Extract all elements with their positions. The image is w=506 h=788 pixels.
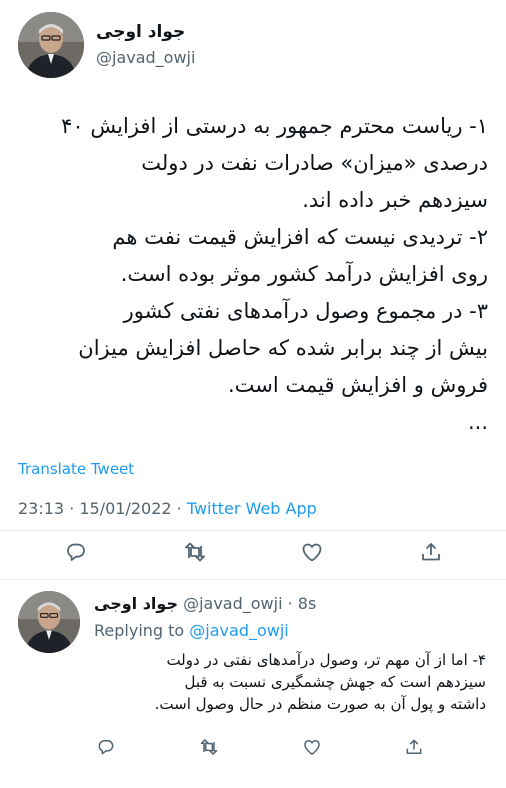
reply-author-name[interactable]: جواد اوجی — [94, 594, 178, 613]
avatar[interactable] — [18, 12, 84, 78]
like-icon[interactable] — [302, 737, 322, 757]
divider — [0, 579, 506, 580]
replying-to-label: Replying to — [94, 621, 190, 640]
reply-text: ۴- اما از آن مهم تر، وصول درآمدهای نفتی … — [88, 649, 486, 715]
replying-to-handle[interactable]: @javad_owji — [189, 621, 288, 640]
reply-header: جواد اوجی @javad_owji · 8s — [94, 594, 316, 613]
translate-tweet-link[interactable]: Translate Tweet — [18, 460, 134, 478]
reply-meta: @javad_owji · 8s — [177, 594, 317, 613]
tweet-text-line: روی افزایش درآمد کشور موثر بوده است. — [120, 262, 488, 286]
timestamp[interactable]: 23:13 · 15/01/2022 · — [18, 499, 187, 518]
tweet-text-line: بیش از چند برابر شده که حاصل افزایش میزا… — [78, 336, 488, 360]
tweet-text: ۱- ریاست محترم جمهور به درستی از افزایش … — [18, 108, 488, 441]
avatar-image — [18, 12, 84, 78]
author-name[interactable]: جواد اوجی — [96, 22, 185, 42]
tweet-text-line: سیزدهم خبر داده اند. — [302, 188, 488, 212]
divider — [0, 530, 506, 531]
tweet-text-line: ۳- در مجموع وصول درآمدهای نفتی کشور — [123, 299, 488, 323]
share-icon[interactable] — [404, 737, 424, 757]
reply-text-line: داشته و پول آن به صورت منظم در حال وصول … — [154, 695, 486, 713]
retweet-icon[interactable] — [183, 540, 207, 564]
replying-to: Replying to @javad_owji — [94, 621, 289, 640]
author-handle[interactable]: @javad_owji — [96, 48, 195, 67]
tweet-meta: 23:13 · 15/01/2022 · Twitter Web App — [18, 499, 317, 518]
tweet-header: جواد اوجی @javad_owji — [18, 12, 488, 82]
tweet-text-line: ۲- تردیدی نیست که افزایش قیمت نفت هم — [112, 225, 488, 249]
reply-icon[interactable] — [64, 540, 88, 564]
reply-text-line: سیزدهم است که جهش چشمگیری نسبت به قبل — [184, 673, 486, 691]
tweet-text-line: ۱- ریاست محترم جمهور به درستی از افزایش … — [61, 114, 488, 138]
share-icon[interactable] — [419, 540, 443, 564]
reply-icon[interactable] — [96, 737, 116, 757]
source-link[interactable]: Twitter Web App — [187, 499, 317, 518]
tweet-text-line: درصدی «میزان» صادرات نفت در دولت — [141, 151, 488, 175]
avatar-image — [18, 591, 80, 653]
tweet-text-line: ... — [467, 410, 488, 434]
avatar[interactable] — [18, 591, 80, 653]
retweet-icon[interactable] — [199, 737, 219, 757]
like-icon[interactable] — [300, 540, 324, 564]
reply-text-line: ۴- اما از آن مهم تر، وصول درآمدهای نفتی … — [166, 651, 486, 669]
tweet-text-line: فروش و افزایش قیمت است. — [227, 373, 488, 397]
